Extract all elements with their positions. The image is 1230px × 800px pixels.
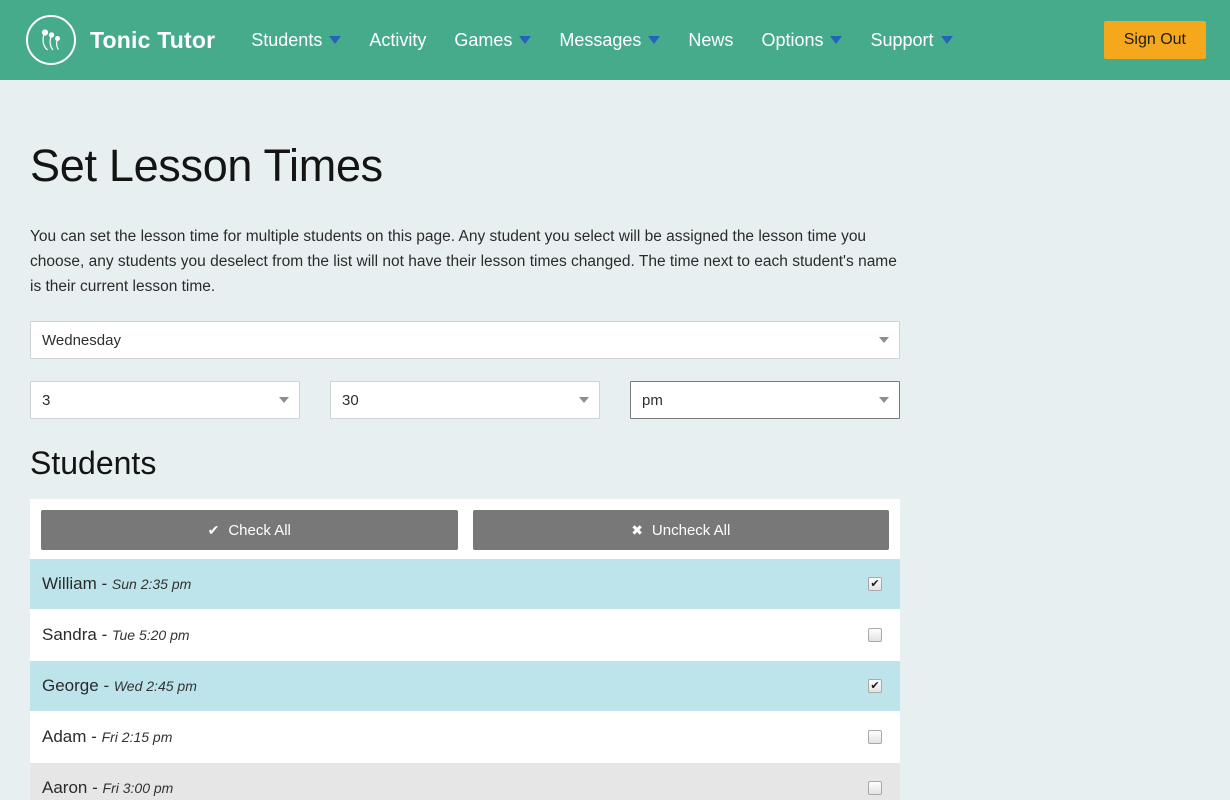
nav-item-options[interactable]: Options: [747, 20, 856, 61]
student-separator: -: [102, 574, 108, 593]
ampm-select[interactable]: pm: [630, 381, 900, 419]
check-all-button[interactable]: ✔ Check All: [41, 510, 458, 550]
student-lesson-time: Wed 2:45 pm: [114, 678, 197, 694]
student-checkbox[interactable]: ✔: [868, 730, 882, 744]
close-icon: ✖: [631, 523, 643, 537]
student-row[interactable]: Aaron - Fri 3:00 pm ✔: [30, 763, 900, 800]
bulk-action-bar: ✔ Check All ✖ Uncheck All: [30, 499, 900, 559]
hour-select[interactable]: 3: [30, 381, 300, 419]
student-lesson-time: Fri 3:00 pm: [103, 780, 174, 796]
student-name: Aaron: [42, 778, 87, 797]
chevron-down-icon: [879, 397, 889, 403]
student-separator: -: [103, 676, 109, 695]
page-title: Set Lesson Times: [30, 140, 1200, 192]
check-icon: ✔: [208, 523, 220, 537]
student-label: Adam - Fri 2:15 pm: [42, 727, 172, 747]
brand-name: Tonic Tutor: [90, 27, 215, 54]
chevron-down-icon: [329, 36, 341, 44]
students-panel: ✔ Check All ✖ Uncheck All William - Sun …: [30, 499, 900, 800]
nav-item-messages[interactable]: Messages: [545, 20, 674, 61]
chevron-down-icon: [830, 36, 842, 44]
hour-select-value: 3: [42, 392, 50, 409]
ampm-select-value: pm: [642, 392, 663, 409]
nav-item-activity[interactable]: Activity: [355, 20, 440, 61]
nav-links: Students Activity Games Messages News Op…: [237, 20, 966, 61]
time-select-row: 3 30 pm: [30, 381, 1200, 419]
student-lesson-time: Sun 2:35 pm: [112, 576, 191, 592]
student-label: George - Wed 2:45 pm: [42, 676, 197, 696]
student-name: Adam: [42, 727, 86, 746]
nav-item-news[interactable]: News: [674, 20, 747, 61]
nav-item-students[interactable]: Students: [237, 20, 355, 61]
day-select-value: Wednesday: [42, 332, 121, 349]
chevron-down-icon: [279, 397, 289, 403]
chevron-down-icon: [879, 337, 889, 343]
nav-label: Activity: [369, 30, 426, 51]
student-checkbox[interactable]: ✔: [868, 628, 882, 642]
student-checkbox[interactable]: ✔: [868, 577, 882, 591]
nav-label: Messages: [559, 30, 641, 51]
student-lesson-time: Fri 2:15 pm: [102, 729, 173, 745]
check-icon: ✔: [870, 681, 879, 692]
chevron-down-icon: [941, 36, 953, 44]
nav-label: Students: [251, 30, 322, 51]
student-checkbox[interactable]: ✔: [868, 679, 882, 693]
chevron-down-icon: [519, 36, 531, 44]
student-lesson-time: Tue 5:20 pm: [112, 627, 190, 643]
nav-label: Options: [761, 30, 823, 51]
student-name: Sandra: [42, 625, 97, 644]
check-icon: ✔: [870, 579, 879, 590]
student-row[interactable]: Sandra - Tue 5:20 pm ✔: [30, 610, 900, 661]
day-select[interactable]: Wednesday: [30, 321, 900, 359]
nav-item-games[interactable]: Games: [440, 20, 545, 61]
students-heading: Students: [30, 445, 1200, 482]
student-checkbox[interactable]: ✔: [868, 781, 882, 795]
uncheck-all-button[interactable]: ✖ Uncheck All: [473, 510, 890, 550]
uncheck-all-label: Uncheck All: [652, 522, 730, 539]
page-content: Set Lesson Times You can set the lesson …: [0, 140, 1230, 800]
day-select-row: Wednesday: [30, 321, 1200, 359]
student-label: William - Sun 2:35 pm: [42, 574, 191, 594]
nav-label: Support: [870, 30, 933, 51]
page-description: You can set the lesson time for multiple…: [30, 224, 902, 299]
brand-group[interactable]: Tonic Tutor: [26, 15, 215, 65]
top-navbar: Tonic Tutor Students Activity Games Mess…: [0, 0, 1230, 80]
nav-label: News: [688, 30, 733, 51]
nav-item-support[interactable]: Support: [856, 20, 966, 61]
student-separator: -: [102, 625, 108, 644]
student-name: George: [42, 676, 99, 695]
student-row[interactable]: William - Sun 2:35 pm ✔: [30, 559, 900, 610]
student-row[interactable]: George - Wed 2:45 pm ✔: [30, 661, 900, 712]
sign-out-button[interactable]: Sign Out: [1104, 21, 1206, 59]
student-label: Aaron - Fri 3:00 pm: [42, 778, 173, 798]
student-name: William: [42, 574, 97, 593]
tonic-tutor-logo-icon: [26, 15, 76, 65]
minute-select-value: 30: [342, 392, 359, 409]
chevron-down-icon: [648, 36, 660, 44]
student-separator: -: [91, 727, 97, 746]
minute-select[interactable]: 30: [330, 381, 600, 419]
check-all-label: Check All: [228, 522, 291, 539]
student-row[interactable]: Adam - Fri 2:15 pm ✔: [30, 712, 900, 763]
student-separator: -: [92, 778, 98, 797]
nav-label: Games: [454, 30, 512, 51]
student-list: William - Sun 2:35 pm✔Sandra - Tue 5:20 …: [30, 559, 900, 800]
student-label: Sandra - Tue 5:20 pm: [42, 625, 190, 645]
chevron-down-icon: [579, 397, 589, 403]
